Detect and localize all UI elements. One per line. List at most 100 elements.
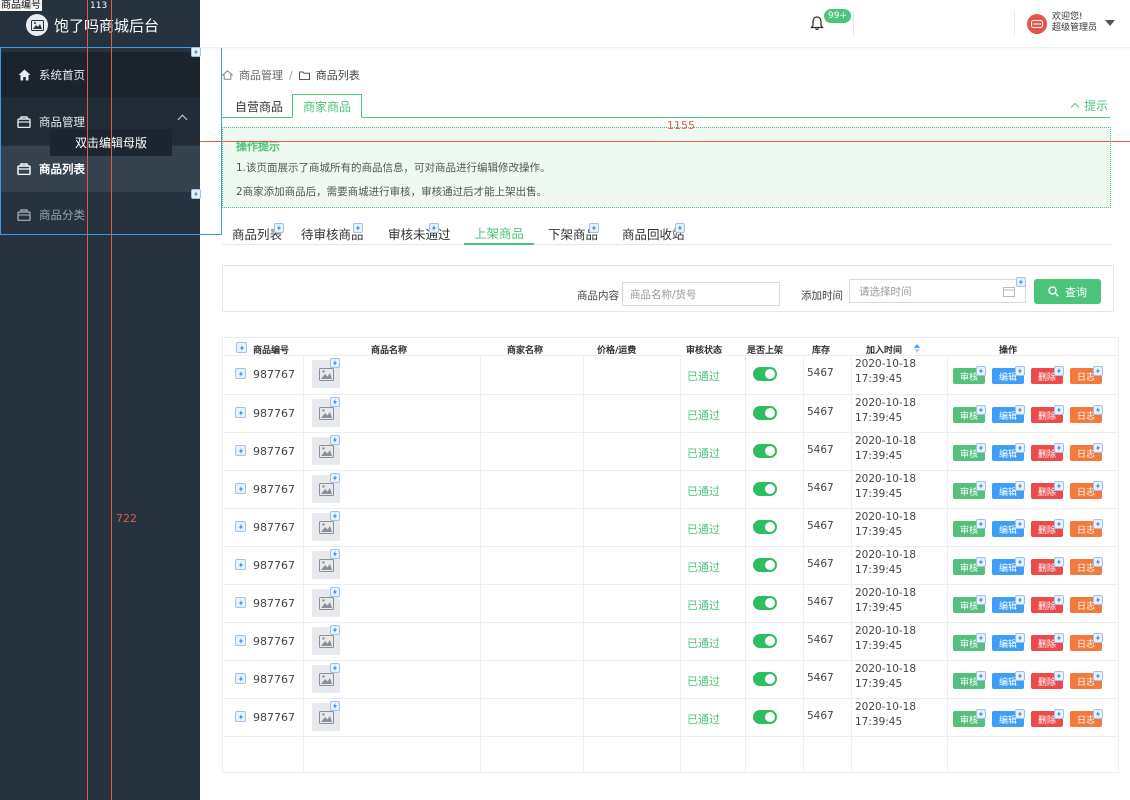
sort-asc-icon[interactable] — [914, 344, 920, 348]
row-checkbox[interactable] — [235, 597, 246, 608]
breadcrumb-level1[interactable]: 商品管理 — [239, 67, 283, 83]
lightning-icon — [1054, 519, 1064, 529]
goods-table: 商品编号 商品名称 商家名称 价格/运费 审核状态 是否上架 库存 加入时间 操… — [222, 337, 1119, 773]
row-divider — [223, 736, 1118, 737]
select-all-checkbox[interactable] — [236, 342, 247, 353]
lightning-icon — [330, 625, 340, 635]
lightning-icon — [1054, 366, 1064, 376]
row-checkbox[interactable] — [235, 711, 246, 722]
on-shelf-toggle[interactable] — [753, 634, 777, 648]
add-time: 17:39:45 — [855, 526, 903, 538]
lightning-icon — [675, 223, 685, 233]
lightning-icon — [976, 671, 986, 681]
on-shelf-toggle[interactable] — [753, 367, 777, 381]
content-search-input[interactable]: 商品名称/货号 — [622, 282, 780, 306]
on-shelf-toggle[interactable] — [753, 444, 777, 458]
lightning-icon — [1093, 366, 1103, 376]
lightning-icon — [1054, 443, 1064, 453]
lightning-icon — [1093, 633, 1103, 643]
lightning-icon — [1093, 481, 1103, 491]
image-icon — [318, 634, 334, 648]
avatar[interactable] — [1027, 14, 1047, 34]
row-checkbox[interactable] — [235, 673, 246, 684]
lightning-icon — [1015, 443, 1025, 453]
lightning-icon — [589, 223, 599, 233]
filter-panel: 商品内容 商品名称/货号 添加时间 请选择时间 查询 — [222, 265, 1114, 312]
review-status: 已通过 — [687, 561, 720, 574]
welcome-text[interactable]: 欢迎您! 超级管理员 — [1052, 12, 1097, 34]
add-date: 2020-10-18 — [855, 701, 917, 713]
image-icon — [318, 406, 334, 420]
bell-icon[interactable] — [810, 16, 824, 31]
row-checkbox[interactable] — [235, 483, 246, 494]
lightning-icon — [1015, 671, 1025, 681]
lightning-icon — [330, 358, 340, 368]
tip-toggle[interactable]: 提示 — [1070, 97, 1108, 114]
notification-badge: 99+ — [824, 9, 851, 23]
on-shelf-toggle[interactable] — [753, 710, 777, 724]
on-shelf-toggle[interactable] — [753, 520, 777, 534]
search-button[interactable]: 查询 — [1034, 279, 1101, 304]
shop-icon — [17, 115, 31, 129]
lightning-icon — [1093, 443, 1103, 453]
lightning-icon — [1015, 709, 1025, 719]
lightning-icon — [1054, 595, 1064, 605]
sort-desc-icon[interactable] — [914, 349, 920, 353]
lightning-icon — [1015, 595, 1025, 605]
caret-down-icon[interactable] — [1105, 20, 1115, 26]
lightning-icon — [1054, 671, 1064, 681]
app-title: 饱了吗商城后台 — [54, 16, 160, 35]
lightning-icon — [976, 709, 986, 719]
stock-value: 5467 — [807, 406, 834, 418]
add-time: 17:39:45 — [855, 602, 903, 614]
stock-value: 5467 — [807, 596, 834, 608]
on-shelf-toggle[interactable] — [753, 482, 777, 496]
add-date: 2020-10-18 — [855, 435, 917, 447]
on-shelf-toggle[interactable] — [753, 558, 777, 572]
lightning-icon — [330, 473, 340, 483]
add-time: 17:39:45 — [855, 640, 903, 652]
sidebar-item-home[interactable]: 系统首页 — [0, 52, 200, 98]
lightning-icon — [1054, 405, 1064, 415]
date-placeholder: 请选择时间 — [859, 285, 912, 298]
lightning-icon — [330, 397, 340, 407]
lightning-icon — [1054, 709, 1064, 719]
row-checkbox[interactable] — [235, 521, 246, 532]
calendar-icon — [1003, 287, 1015, 297]
tab-review-failed[interactable]: 审核未通过 — [388, 221, 451, 245]
add-time: 17:39:45 — [855, 412, 903, 424]
review-status: 已通过 — [687, 370, 720, 383]
on-shelf-toggle[interactable] — [753, 406, 777, 420]
image-icon — [26, 14, 48, 36]
lightning-icon — [976, 366, 986, 376]
review-status: 已通过 — [687, 713, 720, 726]
row-checkbox[interactable] — [235, 559, 246, 570]
on-shelf-toggle[interactable] — [753, 596, 777, 610]
table-row: 987767 已通过 5467 2020-10-18 17:39:45 审核 编辑 删除 日志 — [223, 432, 1118, 470]
tab-on-shelf[interactable]: 上架商品 — [464, 221, 535, 245]
row-checkbox[interactable] — [235, 407, 246, 418]
sidebar-item-goods-category[interactable]: 商品分类 — [0, 192, 200, 238]
goods-id: 987767 — [253, 673, 295, 686]
tab-self-operated[interactable]: 自营商品 — [228, 94, 290, 118]
image-icon — [318, 672, 334, 686]
on-shelf-toggle[interactable] — [753, 672, 777, 686]
lightning-icon — [976, 595, 986, 605]
row-checkbox[interactable] — [235, 445, 246, 456]
user-role: 超级管理员 — [1052, 23, 1098, 33]
stock-value: 5467 — [807, 444, 834, 456]
date-picker-input[interactable]: 请选择时间 — [849, 279, 1026, 303]
add-time: 17:39:45 — [855, 373, 903, 385]
guide-line — [87, 0, 88, 800]
tab-merchant-goods[interactable]: 商家商品 — [292, 94, 362, 118]
stock-value: 5467 — [807, 482, 834, 494]
row-checkbox[interactable] — [235, 368, 246, 379]
stock-value: 5467 — [807, 558, 834, 570]
sidebar: 饱了吗商城后台 系统首页 商品管理 商品列表 商品分类 双击编辑母版 — [0, 0, 200, 800]
row-checkbox[interactable] — [235, 635, 246, 646]
welcome-line: 欢迎您! — [1052, 12, 1083, 22]
home-icon — [17, 68, 31, 82]
review-status: 已通过 — [687, 409, 720, 422]
table-row: 987767 已通过 5467 2020-10-18 17:39:45 审核 编辑 删除 日志 — [223, 660, 1118, 698]
lightning-icon — [1093, 709, 1103, 719]
